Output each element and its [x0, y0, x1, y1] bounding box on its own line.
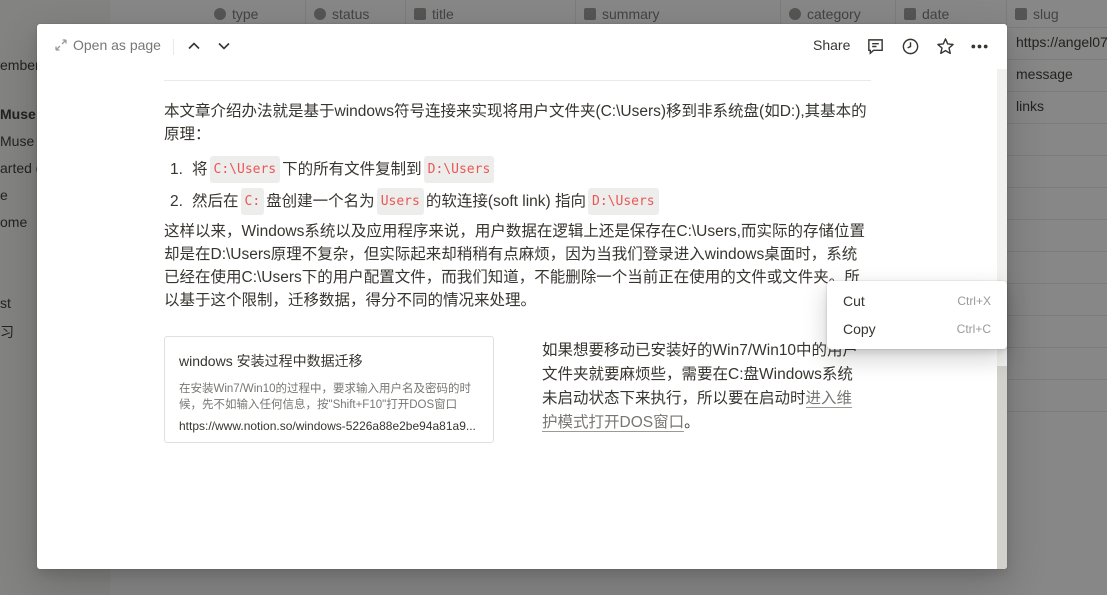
- menu-item-copy[interactable]: Copy Ctrl+C: [827, 315, 1007, 343]
- context-menu: Cut Ctrl+X Copy Ctrl+C: [827, 281, 1007, 349]
- modal-topbar: Open as page Share: [37, 24, 1007, 69]
- inline-code: D:\Users: [423, 156, 495, 183]
- star-icon: [936, 37, 954, 54]
- next-page-button[interactable]: [215, 37, 233, 55]
- expand-icon: [55, 39, 67, 51]
- comment-icon: [867, 38, 883, 55]
- scrollbar-thumb[interactable]: [997, 366, 1007, 569]
- updates-button[interactable]: [899, 35, 921, 57]
- bookmark-card[interactable]: windows 安装过程中数据迁移 在安装Win7/Win10的过程中，要求输入…: [164, 336, 494, 443]
- chevron-down-icon: [218, 42, 230, 50]
- clock-icon: [902, 38, 918, 54]
- list-item: 2. 然后在 C: 盘创建一个名为 Users 的软连接(soft link) …: [170, 188, 661, 215]
- bookmark-url: https://www.notion.so/windows-5226a88e2b…: [179, 419, 476, 433]
- favorite-button[interactable]: [934, 35, 956, 57]
- topbar-divider: [173, 39, 174, 55]
- comments-button[interactable]: [864, 35, 886, 57]
- inline-code: D:\Users: [588, 188, 659, 215]
- inline-code: C:: [240, 188, 265, 215]
- open-as-page-button[interactable]: Open as page: [55, 37, 161, 53]
- chevron-up-icon: [188, 42, 200, 50]
- share-button[interactable]: Share: [813, 37, 850, 53]
- bookmark-description: 在安装Win7/Win10的过程中，要求输入用户名及密码的时候，先不如输入任何信…: [179, 383, 471, 411]
- side-paragraph: 如果想要移动已安装好的Win7/Win10中的用户文件夹就要麻烦些，需要在C:盘…: [542, 342, 859, 432]
- intro-paragraph: 本文章介绍办法就是基于windows符号连接来实现将用户文件夹(C:\Users…: [164, 103, 867, 143]
- list-item: 1. 将 C:\Users 下的所有文件复制到 D:\Users: [170, 156, 496, 183]
- more-options-button[interactable]: [968, 35, 990, 57]
- shortcut-label: Ctrl+C: [956, 322, 991, 336]
- inline-code: C:\Users: [209, 156, 281, 183]
- previous-page-button[interactable]: [185, 37, 203, 55]
- explanation-paragraph: 这样以来，Windows系统以及应用程序来说，用户数据在逻辑上还是保存在C:\U…: [164, 223, 865, 309]
- bookmark-title: windows 安装过程中数据迁移: [179, 353, 363, 369]
- divider: [164, 80, 871, 81]
- more-horizontal-icon: [970, 44, 988, 48]
- shortcut-label: Ctrl+X: [957, 294, 991, 308]
- menu-item-cut[interactable]: Cut Ctrl+X: [827, 287, 1007, 315]
- inline-code: Users: [376, 188, 424, 215]
